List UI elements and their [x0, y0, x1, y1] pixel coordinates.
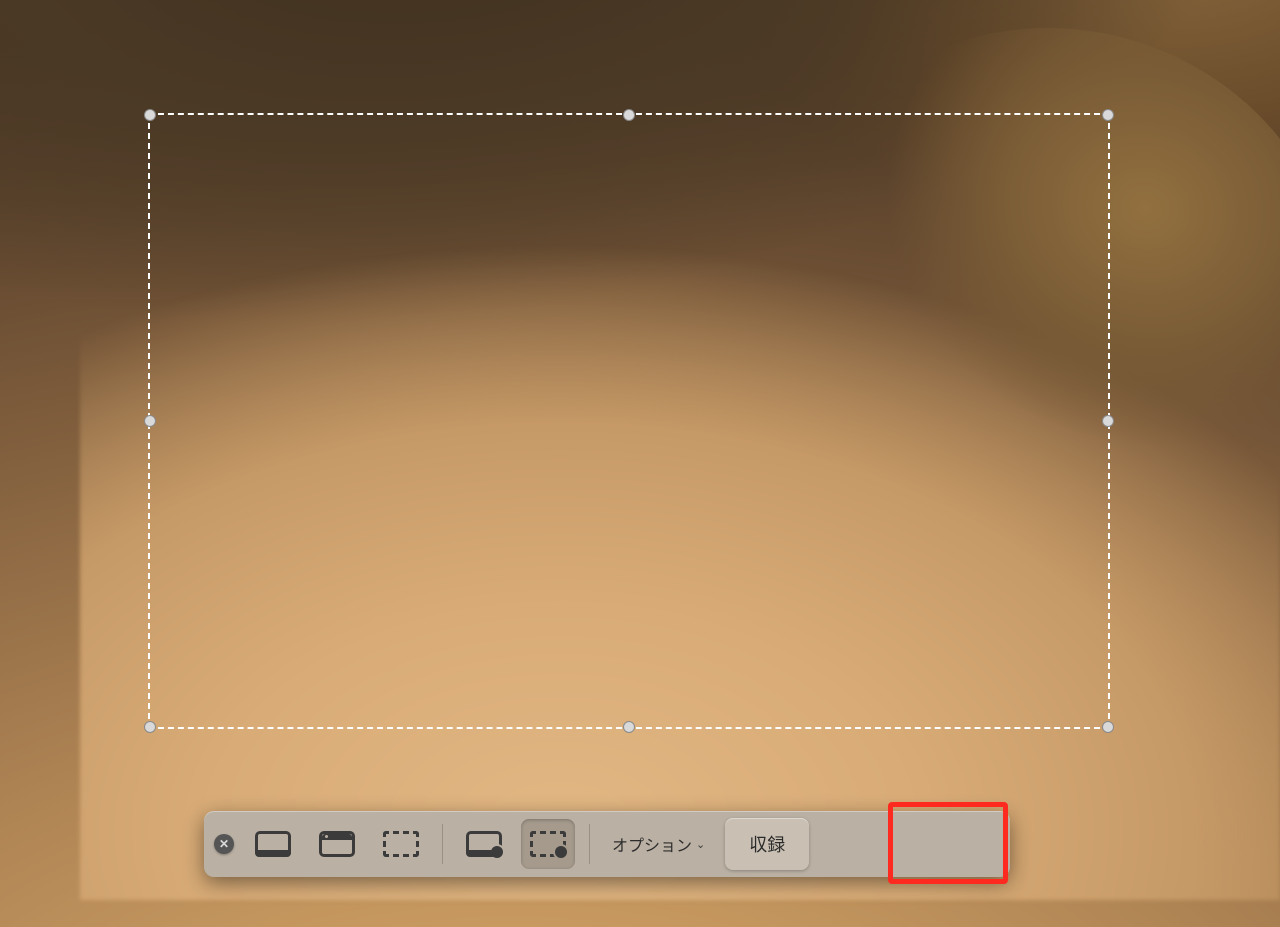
record-selected-portion-button[interactable] — [521, 819, 575, 869]
selection-icon — [383, 831, 419, 857]
capture-tool-group — [246, 819, 428, 869]
capture-selected-window-button[interactable] — [310, 819, 364, 869]
close-icon: ✕ — [219, 837, 229, 851]
close-button[interactable]: ✕ — [214, 834, 234, 854]
resize-handle-nw[interactable] — [144, 109, 156, 121]
record-screen-icon — [466, 831, 502, 857]
resize-handle-n[interactable] — [623, 109, 635, 121]
options-menu[interactable]: オプション ⌄ — [604, 832, 713, 856]
record-button[interactable]: 収録 — [725, 818, 809, 870]
desktop-background: ✕ オプション ⌄ 収 — [0, 0, 1280, 927]
toolbar-divider — [589, 824, 590, 864]
resize-handle-s[interactable] — [623, 721, 635, 733]
capture-selected-portion-button[interactable] — [374, 819, 428, 869]
record-selection-icon — [530, 831, 566, 857]
record-entire-screen-button[interactable] — [457, 819, 511, 869]
window-icon — [319, 831, 355, 857]
record-tool-group — [457, 819, 575, 869]
resize-handle-sw[interactable] — [144, 721, 156, 733]
resize-handle-ne[interactable] — [1102, 109, 1114, 121]
options-label: オプション — [612, 832, 692, 856]
toolbar-divider — [442, 824, 443, 864]
record-button-label: 収録 — [749, 831, 785, 857]
capture-entire-screen-button[interactable] — [246, 819, 300, 869]
resize-handle-se[interactable] — [1102, 721, 1114, 733]
screen-icon — [255, 831, 291, 857]
resize-handle-w[interactable] — [144, 415, 156, 427]
screenshot-toolbar: ✕ オプション ⌄ 収 — [204, 811, 1010, 877]
resize-handle-e[interactable] — [1102, 415, 1114, 427]
chevron-down-icon: ⌄ — [696, 838, 705, 851]
